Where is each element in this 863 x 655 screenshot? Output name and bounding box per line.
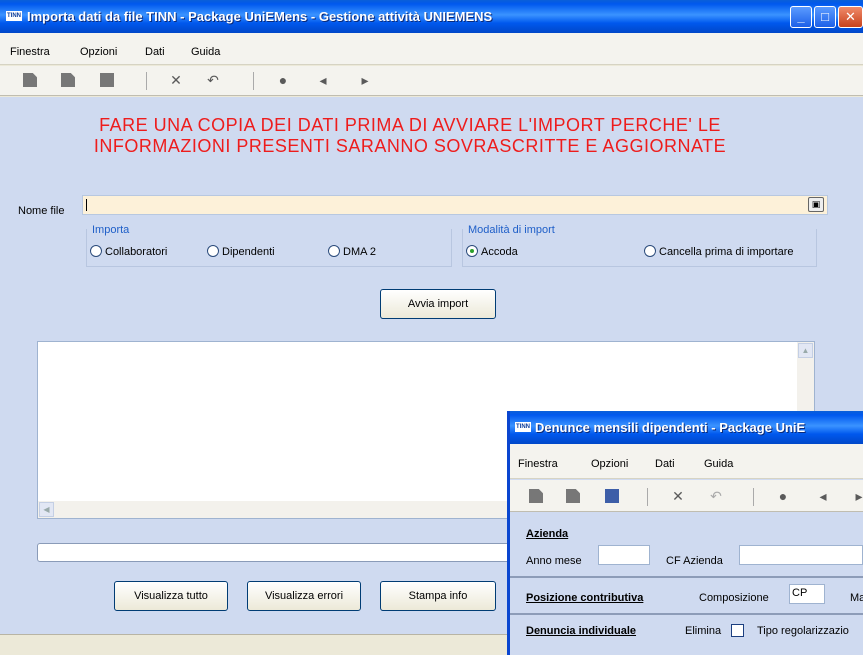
modalita-label: Modalità di import bbox=[468, 224, 555, 236]
menu-finestra[interactable]: Finestra bbox=[10, 46, 50, 58]
radio-icon bbox=[207, 245, 219, 257]
cf-azienda-label: CF Azienda bbox=[666, 555, 723, 567]
minimize-icon: _ bbox=[797, 9, 805, 24]
posizione-section-title: Posizione contributiva bbox=[526, 592, 644, 604]
elimina-checkbox[interactable] bbox=[731, 624, 744, 637]
toolbar: ✕ ↶ ● ◂ ▸ bbox=[0, 66, 863, 96]
search-icon[interactable]: ● bbox=[276, 73, 290, 87]
azienda-section-title: Azienda bbox=[526, 528, 569, 540]
anno-mese-input[interactable] bbox=[598, 545, 650, 565]
toolbar-separator bbox=[753, 488, 754, 506]
close-icon: ✕ bbox=[845, 9, 856, 24]
menu-opzioni[interactable]: Opzioni bbox=[591, 458, 628, 470]
search-icon[interactable]: ● bbox=[776, 489, 790, 503]
menu-dati[interactable]: Dati bbox=[145, 46, 165, 58]
forward-icon[interactable]: ▸ bbox=[852, 489, 863, 503]
menu-finestra[interactable]: Finestra bbox=[518, 458, 558, 470]
save-icon[interactable] bbox=[566, 489, 580, 503]
new-icon[interactable] bbox=[529, 489, 543, 503]
text-caret bbox=[86, 199, 87, 211]
nome-file-input[interactable] bbox=[82, 195, 828, 215]
denunce-toolbar: ✕ ↶ ● ◂ ▸ bbox=[510, 480, 863, 512]
maximize-icon: □ bbox=[821, 9, 829, 24]
radio-collaboratori[interactable]: Collaboratori bbox=[90, 245, 167, 258]
denunce-window[interactable]: TINN Denunce mensili dipendenti - Packag… bbox=[507, 411, 863, 655]
window-title: Importa dati da file TINN - Package UniE… bbox=[27, 9, 493, 24]
undo-icon[interactable]: ↶ bbox=[206, 73, 220, 87]
denunce-menu-bar: Finestra Opzioni Dati Guida bbox=[510, 444, 863, 479]
back-icon[interactable]: ◂ bbox=[316, 73, 330, 87]
radio-cancella-prima[interactable]: Cancella prima di importare bbox=[644, 245, 794, 258]
menu-bar: Finestra Opzioni Dati Guida bbox=[0, 33, 863, 65]
import-warning: FARE UNA COPIA DEI DATI PRIMA DI AVVIARE… bbox=[93, 115, 727, 156]
scroll-left-icon[interactable]: ◀ bbox=[39, 502, 54, 517]
section-divider bbox=[510, 613, 863, 615]
composizione-input[interactable]: CP bbox=[789, 584, 825, 604]
radio-icon bbox=[644, 245, 656, 257]
back-icon[interactable]: ◂ bbox=[816, 489, 830, 503]
visualizza-tutto-button[interactable]: Visualizza tutto bbox=[114, 581, 228, 611]
avvia-import-button[interactable]: Avvia import bbox=[380, 289, 496, 319]
delete-icon[interactable]: ✕ bbox=[169, 73, 183, 87]
radio-selected-icon bbox=[466, 245, 478, 257]
scroll-up-icon[interactable]: ▲ bbox=[798, 343, 813, 358]
anno-mese-label: Anno mese bbox=[526, 555, 582, 567]
toolbar-separator bbox=[647, 488, 648, 506]
app-logo-icon: TINN bbox=[515, 422, 531, 432]
close-button[interactable]: ✕ bbox=[838, 6, 863, 28]
menu-guida[interactable]: Guida bbox=[191, 46, 220, 58]
stampa-info-button[interactable]: Stampa info bbox=[380, 581, 496, 611]
radio-dipendenti[interactable]: Dipendenti bbox=[207, 245, 275, 258]
minimize-button[interactable]: _ bbox=[790, 6, 812, 28]
denunce-window-title: Denunce mensili dipendenti - Package Uni… bbox=[535, 420, 806, 435]
denunce-title-bar[interactable]: TINN Denunce mensili dipendenti - Packag… bbox=[510, 411, 863, 444]
menu-opzioni[interactable]: Opzioni bbox=[80, 46, 117, 58]
cf-azienda-input[interactable] bbox=[739, 545, 863, 565]
forward-icon[interactable]: ▸ bbox=[358, 73, 372, 87]
new-icon[interactable] bbox=[23, 73, 37, 87]
tipo-regolarizzazione-label: Tipo regolarizzazio bbox=[757, 625, 849, 637]
toolbar-separator bbox=[253, 72, 254, 90]
radio-accoda[interactable]: Accoda bbox=[466, 245, 518, 258]
toolbar-separator bbox=[146, 72, 147, 90]
nome-file-label: Nome file bbox=[18, 205, 65, 217]
radio-icon bbox=[328, 245, 340, 257]
app-logo-icon: TINN bbox=[6, 11, 22, 21]
importa-label: Importa bbox=[92, 224, 130, 236]
main-title-bar[interactable]: TINN Importa dati da file TINN - Package… bbox=[0, 0, 863, 33]
elimina-label: Elimina bbox=[685, 625, 722, 637]
visualizza-errori-button[interactable]: Visualizza errori bbox=[247, 581, 361, 611]
denuncia-section-title: Denuncia individuale bbox=[526, 625, 637, 637]
save-icon[interactable] bbox=[61, 73, 75, 87]
denunce-content: Azienda Anno mese CF Azienda Posizione c… bbox=[510, 513, 863, 655]
composizione-label: Composizione bbox=[699, 592, 769, 604]
extra-label: Ma bbox=[850, 592, 863, 604]
delete-icon[interactable]: ✕ bbox=[671, 489, 685, 503]
section-divider bbox=[510, 576, 863, 578]
folder-icon: ▣ bbox=[811, 199, 821, 209]
stop-icon[interactable] bbox=[100, 73, 114, 87]
radio-icon bbox=[90, 245, 102, 257]
browse-file-button[interactable]: ▣ bbox=[808, 197, 824, 212]
floppy-icon[interactable] bbox=[605, 489, 619, 503]
undo-icon[interactable]: ↶ bbox=[709, 489, 723, 503]
radio-dma2[interactable]: DMA 2 bbox=[328, 245, 376, 258]
menu-guida[interactable]: Guida bbox=[704, 458, 733, 470]
maximize-button[interactable]: □ bbox=[814, 6, 836, 28]
menu-dati[interactable]: Dati bbox=[655, 458, 675, 470]
